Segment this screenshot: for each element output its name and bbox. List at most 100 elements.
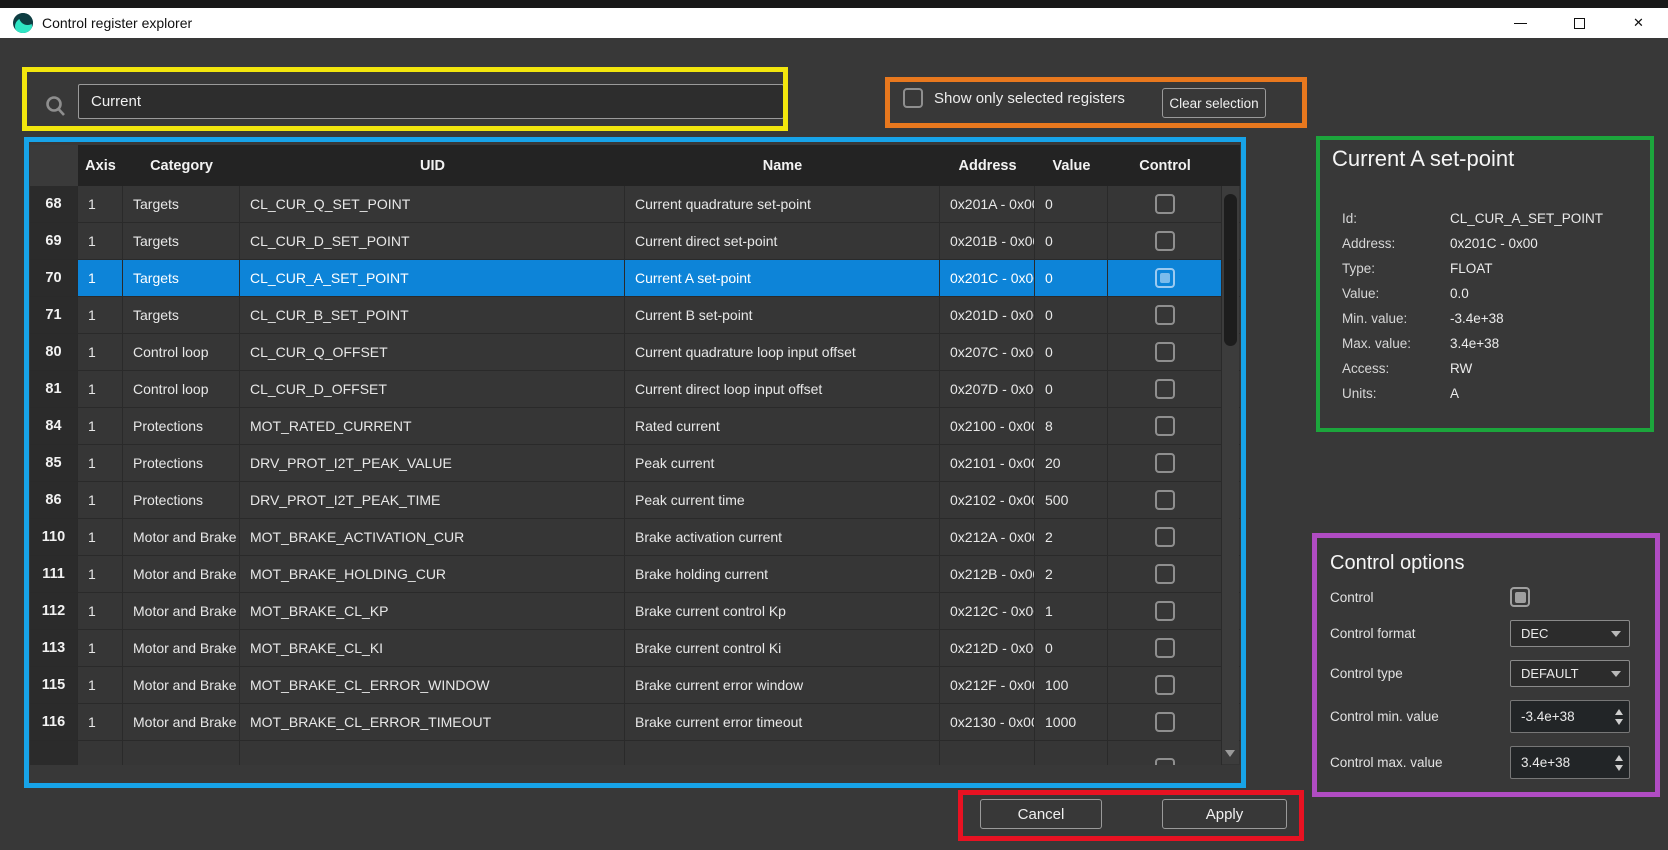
control-checkbox[interactable] — [1155, 379, 1175, 399]
table-row[interactable]: 68 1 Targets CL_CUR_Q_SET_POINT Current … — [30, 186, 1240, 223]
control-checkbox[interactable] — [1155, 231, 1175, 251]
search-icon — [44, 95, 67, 118]
control-checkbox[interactable] — [1155, 564, 1175, 584]
control-checkbox[interactable] — [1510, 587, 1530, 607]
minimize-button[interactable] — [1491, 8, 1550, 38]
table-row[interactable]: 70 1 Targets CL_CUR_A_SET_POINT Current … — [30, 260, 1240, 297]
maximize-button[interactable] — [1550, 8, 1609, 38]
detail-label-value: Value: — [1342, 286, 1450, 301]
search-input[interactable] — [78, 84, 784, 119]
cell-axis: 1 — [78, 704, 123, 740]
cell-address: 0x2100 - 0x00 — [940, 408, 1035, 444]
details-fields: Id:CL_CUR_A_SET_POINT Address:0x201C - 0… — [1342, 206, 1640, 406]
cell-address: 0x201D - 0x00 — [940, 297, 1035, 333]
clear-selection-button[interactable]: Clear selection — [1162, 88, 1266, 118]
checkbox-mark — [1160, 421, 1170, 431]
column-header-control[interactable]: Control — [1108, 145, 1222, 186]
control-checkbox[interactable] — [1155, 342, 1175, 362]
cell-name: Peak current time — [625, 482, 940, 518]
cell-value: 100 — [1035, 667, 1108, 703]
table-row[interactable]: 110 1 Motor and Brake MOT_BRAKE_ACTIVATI… — [30, 519, 1240, 556]
cell-control — [1108, 186, 1222, 222]
table-row[interactable]: 84 1 Protections MOT_RATED_CURRENT Rated… — [30, 408, 1240, 445]
table-row[interactable]: 69 1 Targets CL_CUR_D_SET_POINT Current … — [30, 223, 1240, 260]
cell-uid: CL_CUR_D_SET_POINT — [240, 223, 625, 259]
control-checkbox[interactable] — [1155, 305, 1175, 325]
cell-address: 0x201A - 0x00 — [940, 186, 1035, 222]
cell-uid: CL_CUR_B_SET_POINT — [240, 297, 625, 333]
checkbox-mark — [1160, 717, 1170, 727]
cell-uid: MOT_BRAKE_HOLDING_CUR — [240, 556, 625, 592]
detail-value-value: 0.0 — [1450, 286, 1469, 301]
table-row[interactable]: 113 1 Motor and Brake MOT_BRAKE_CL_KI Br… — [30, 630, 1240, 667]
column-header-uid[interactable]: UID — [240, 145, 625, 186]
table-row[interactable]: 115 1 Motor and Brake MOT_BRAKE_CL_ERROR… — [30, 667, 1240, 704]
table-row[interactable]: 111 1 Motor and Brake MOT_BRAKE_HOLDING_… — [30, 556, 1240, 593]
control-checkbox[interactable] — [1155, 601, 1175, 621]
cell-axis: 1 — [78, 519, 123, 555]
row-number: 70 — [30, 260, 78, 296]
cell-axis: 1 — [78, 593, 123, 629]
column-header-value[interactable]: Value — [1035, 145, 1108, 186]
control-checkbox[interactable] — [1155, 675, 1175, 695]
column-header-address[interactable]: Address — [940, 145, 1035, 186]
spinner-arrows-icon[interactable] — [1615, 755, 1623, 771]
control-checkbox[interactable] — [1155, 453, 1175, 473]
table-row[interactable]: 80 1 Control loop CL_CUR_Q_OFFSET Curren… — [30, 334, 1240, 371]
control-label: Control — [1330, 590, 1374, 605]
window-title: Control register explorer — [42, 15, 192, 31]
control-checkbox[interactable] — [1155, 194, 1175, 214]
scroll-down-arrow-icon[interactable] — [1225, 750, 1235, 757]
cell-category: Motor and Brake — [123, 667, 240, 703]
scrollbar-thumb[interactable] — [1224, 194, 1237, 346]
table-row[interactable]: 81 1 Control loop CL_CUR_D_OFFSET Curren… — [30, 371, 1240, 408]
checkbox-mark — [1160, 236, 1170, 246]
cell-address: 0x201C - 0x00 — [940, 260, 1035, 296]
row-number: 80 — [30, 334, 78, 370]
apply-button[interactable]: Apply — [1162, 799, 1287, 829]
detail-label-min: Min. value: — [1342, 311, 1450, 326]
register-table: Axis Category UID Name Address Value Con… — [30, 145, 1240, 765]
control-checkbox[interactable] — [1155, 416, 1175, 436]
control-options-panel: Control options Control Control format D… — [1330, 552, 1630, 792]
column-header-name[interactable]: Name — [625, 145, 940, 186]
table-row[interactable]: 86 1 Protections DRV_PROT_I2T_PEAK_TIME … — [30, 482, 1240, 519]
control-checkbox[interactable] — [1155, 638, 1175, 658]
control-checkbox[interactable] — [1155, 268, 1175, 288]
control-type-dropdown[interactable]: DEFAULT — [1510, 660, 1630, 687]
column-header-axis[interactable]: Axis — [78, 145, 123, 186]
detail-label-id: Id: — [1342, 211, 1450, 226]
checkbox-mark — [1160, 606, 1170, 616]
control-checkbox[interactable] — [1155, 758, 1175, 765]
control-checkbox[interactable] — [1155, 490, 1175, 510]
detail-value-units: A — [1450, 386, 1459, 401]
row-number: 85 — [30, 445, 78, 481]
control-min-spinbox[interactable]: -3.4e+38 — [1510, 700, 1630, 733]
control-checkbox[interactable] — [1155, 712, 1175, 732]
cell-control — [1108, 371, 1222, 407]
row-number: 68 — [30, 186, 78, 222]
app-logo-icon — [13, 13, 33, 33]
cell-axis: 1 — [78, 445, 123, 481]
cell-control — [1108, 445, 1222, 481]
table-row[interactable]: 71 1 Targets CL_CUR_B_SET_POINT Current … — [30, 297, 1240, 334]
spinner-arrows-icon[interactable] — [1615, 709, 1623, 725]
window-controls: ✕ — [1491, 8, 1668, 38]
table-row[interactable] — [30, 741, 1240, 765]
control-format-dropdown[interactable]: DEC — [1510, 620, 1630, 647]
checkbox-mark — [1160, 347, 1170, 357]
cancel-button[interactable]: Cancel — [980, 799, 1102, 829]
close-button[interactable]: ✕ — [1609, 8, 1668, 38]
control-max-value: 3.4e+38 — [1521, 755, 1570, 770]
column-header-category[interactable]: Category — [123, 145, 240, 186]
cell-value: 2 — [1035, 519, 1108, 555]
control-max-spinbox[interactable]: 3.4e+38 — [1510, 746, 1630, 779]
control-checkbox[interactable] — [1155, 527, 1175, 547]
table-row[interactable]: 85 1 Protections DRV_PROT_I2T_PEAK_VALUE… — [30, 445, 1240, 482]
control-type-value: DEFAULT — [1521, 666, 1579, 681]
vertical-scrollbar[interactable] — [1222, 186, 1239, 764]
show-only-selected-checkbox[interactable] — [903, 88, 923, 108]
table-row[interactable]: 116 1 Motor and Brake MOT_BRAKE_CL_ERROR… — [30, 704, 1240, 741]
table-row[interactable]: 112 1 Motor and Brake MOT_BRAKE_CL_KP Br… — [30, 593, 1240, 630]
detail-value-address: 0x201C - 0x00 — [1450, 236, 1538, 251]
